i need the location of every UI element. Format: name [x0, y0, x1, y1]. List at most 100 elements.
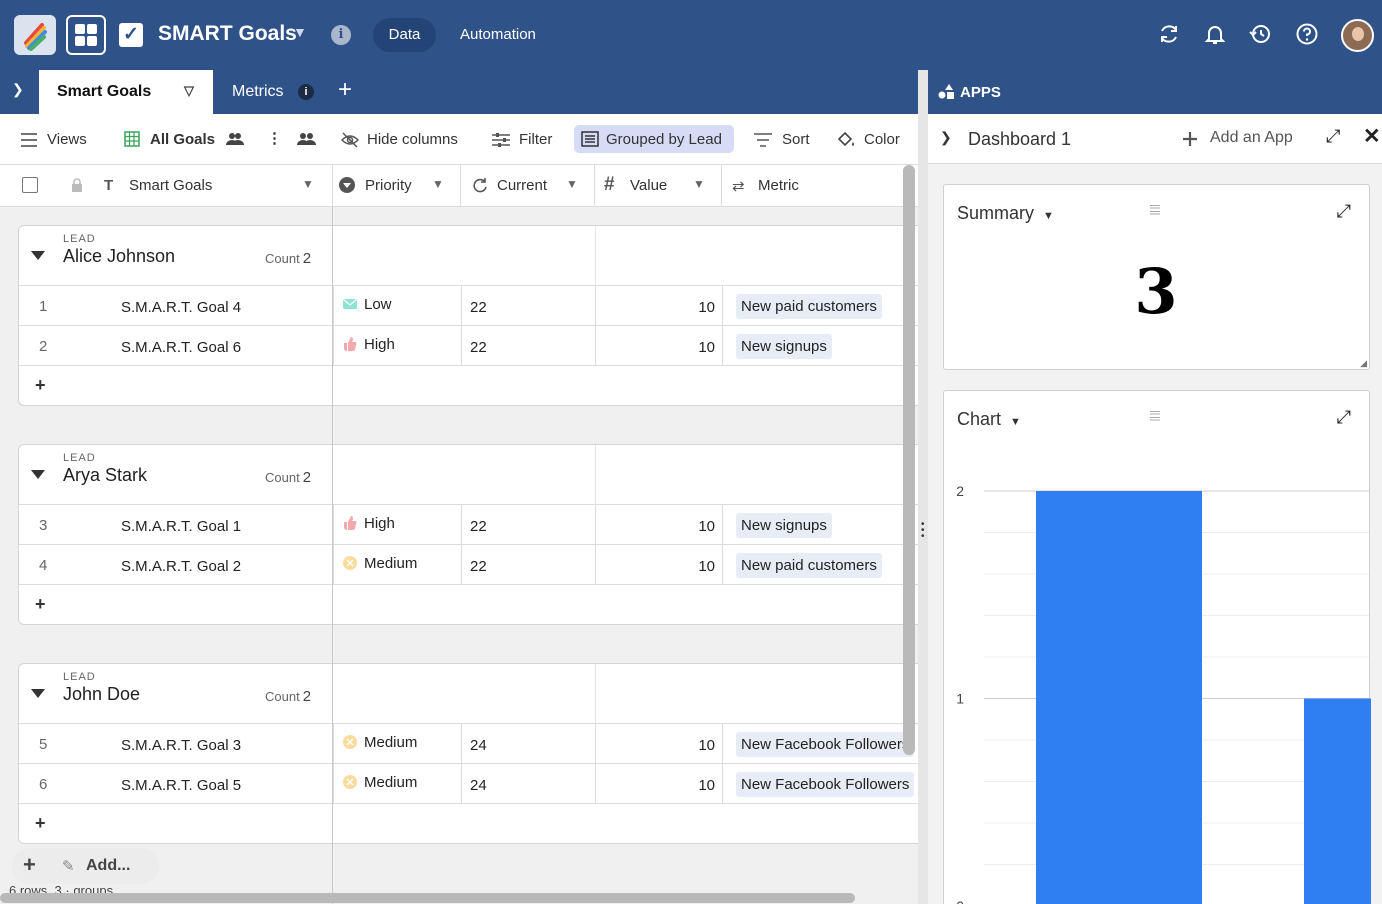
table-row[interactable]: 3 S.M.A.R.T. Goal 1 High 22 10 New signu… [19, 505, 918, 545]
card-title[interactable]: Summary ▼ [957, 203, 1054, 224]
filter-button[interactable]: Filter [519, 131, 552, 148]
bell-icon[interactable] [1203, 22, 1227, 46]
goal-name[interactable]: S.M.A.R.T. Goal 5 [121, 777, 241, 794]
current-value[interactable]: 24 [470, 777, 487, 794]
column-header-smart-goals[interactable]: T Smart Goals ▼ [0, 165, 333, 207]
column-header-metric[interactable]: ⇄ Metric [722, 165, 918, 207]
current-value[interactable]: 24 [470, 737, 487, 754]
goal-name[interactable]: S.M.A.R.T. Goal 6 [121, 339, 241, 356]
views-button[interactable]: Views [47, 131, 87, 148]
add-row-button[interactable]: + [19, 585, 918, 625]
priority-value[interactable]: High [364, 336, 395, 353]
column-menu-icon[interactable]: ▼ [432, 177, 444, 191]
value-cell[interactable]: 10 [679, 777, 715, 794]
group-header[interactable]: LEAD Alice Johnson Count 2 [19, 226, 918, 286]
column-header-priority[interactable]: Priority ▼ [333, 165, 461, 207]
goal-name[interactable]: S.M.A.R.T. Goal 1 [121, 518, 241, 535]
avatar[interactable] [1341, 19, 1374, 52]
select-all-checkbox[interactable] [22, 177, 38, 193]
horizontal-scrollbar[interactable] [0, 893, 855, 903]
value-cell[interactable]: 10 [679, 558, 715, 575]
add-row-button[interactable]: + [19, 366, 918, 406]
app-grid-icon[interactable] [66, 15, 106, 55]
collapse-triangle-icon[interactable] [31, 470, 45, 479]
drag-handle-icon[interactable]: ═ ═ [1150, 199, 1160, 219]
add-row-button[interactable]: + [19, 804, 918, 844]
metric-link[interactable]: New Facebook Followers [736, 772, 915, 797]
tab-metrics[interactable]: Metrics [232, 83, 284, 101]
history-icon[interactable] [1248, 22, 1272, 46]
goal-name[interactable]: S.M.A.R.T. Goal 3 [121, 737, 241, 754]
collapse-triangle-icon[interactable] [31, 689, 45, 698]
group-header[interactable]: LEAD Arya Stark Count 2 [19, 445, 918, 505]
more-options-icon[interactable]: ⋮ [267, 129, 282, 147]
column-header-value[interactable]: # Value ▼ [595, 165, 722, 207]
tab-smart-goals[interactable]: Smart Goals ▽ [39, 70, 213, 114]
current-value[interactable]: 22 [470, 339, 487, 356]
chevron-down-icon[interactable]: ▼ [293, 24, 307, 40]
metric-link[interactable]: New paid customers [736, 294, 882, 319]
metric-link[interactable]: New signups [736, 513, 832, 538]
table-row[interactable]: 5 S.M.A.R.T. Goal 3 Medium 24 10 New Fac… [19, 724, 918, 764]
priority-value[interactable]: Medium [364, 555, 417, 572]
info-icon[interactable]: i [298, 84, 314, 100]
app-logo-icon[interactable] [14, 15, 56, 55]
table-row[interactable]: 4 S.M.A.R.T. Goal 2 Medium 22 10 New pai… [19, 545, 918, 585]
value-cell[interactable]: 10 [679, 737, 715, 754]
metric-link[interactable]: New signups [736, 334, 832, 359]
current-value[interactable]: 22 [470, 299, 487, 316]
resize-handle-icon[interactable]: ◢ [1360, 358, 1367, 369]
column-menu-icon[interactable]: ▼ [302, 177, 314, 191]
menu-icon[interactable] [21, 133, 37, 147]
goal-name[interactable]: S.M.A.R.T. Goal 4 [121, 299, 241, 316]
table-row[interactable]: 6 S.M.A.R.T. Goal 5 Medium 24 10 New Fac… [19, 764, 918, 804]
metric-link[interactable]: New Facebook Followers [736, 732, 915, 757]
panel-splitter[interactable]: • • • [918, 70, 928, 904]
chevron-down-icon[interactable]: ❯ [940, 129, 952, 146]
grouped-by-button[interactable]: Grouped by Lead [574, 125, 734, 153]
metric-link[interactable]: New paid customers [736, 553, 882, 578]
base-title[interactable]: SMART Goals [158, 22, 297, 46]
envelope-icon [342, 298, 358, 309]
table-row[interactable]: 1 S.M.A.R.T. Goal 4 Low 22 10 New paid c… [19, 286, 918, 326]
sort-button[interactable]: Sort [782, 131, 810, 148]
value-cell[interactable]: 10 [679, 299, 715, 316]
view-name[interactable]: All Goals [150, 131, 215, 148]
collapse-chevron-icon[interactable]: ❯ [12, 81, 24, 98]
column-menu-icon[interactable]: ▼ [566, 177, 578, 191]
table-row[interactable]: 2 S.M.A.R.T. Goal 6 High 22 10 New signu… [19, 326, 918, 366]
collapse-triangle-icon[interactable] [31, 251, 45, 260]
tab-data[interactable]: Data [373, 18, 436, 52]
close-icon[interactable]: ✕ [1363, 124, 1381, 149]
dashboard-title[interactable]: Dashboard 1 [968, 129, 1071, 150]
frozen-column-divider[interactable] [332, 207, 333, 904]
priority-value[interactable]: Medium [364, 774, 417, 791]
hide-columns-button[interactable]: Hide columns [367, 131, 458, 148]
value-cell[interactable]: 10 [679, 339, 715, 356]
vertical-scrollbar[interactable] [903, 165, 915, 755]
expand-icon[interactable]: ⤢ [1326, 126, 1340, 147]
column-menu-icon[interactable]: ▼ [693, 177, 705, 191]
priority-value[interactable]: Low [364, 296, 392, 313]
chevron-down-icon[interactable]: ▽ [184, 83, 194, 99]
grid-body: LEAD Alice Johnson Count 2 1 S.M.A.R.T. G… [0, 207, 918, 904]
current-value[interactable]: 22 [470, 558, 487, 575]
current-value[interactable]: 22 [470, 518, 487, 535]
add-app-button[interactable]: Add an App [1210, 129, 1293, 147]
value-cell[interactable]: 10 [679, 518, 715, 535]
column-header-current[interactable]: Current ▼ [461, 165, 595, 207]
help-icon[interactable] [1295, 22, 1319, 46]
color-button[interactable]: Color [864, 131, 900, 148]
sync-icon[interactable] [1157, 22, 1181, 46]
add-table-button[interactable]: + [338, 76, 352, 104]
goal-name[interactable]: S.M.A.R.T. Goal 2 [121, 558, 241, 575]
add-record-button[interactable]: + ✎ Add... [12, 848, 159, 884]
info-icon[interactable]: i [331, 25, 351, 45]
tab-automation[interactable]: Automation [460, 26, 536, 43]
drag-handle-icon[interactable]: • • • [921, 520, 925, 542]
group-header[interactable]: LEAD John Doe Count 2 [19, 664, 918, 724]
expand-icon[interactable]: ⤢ [1337, 201, 1351, 222]
priority-value[interactable]: High [364, 515, 395, 532]
priority-value[interactable]: Medium [364, 734, 417, 751]
collaborators-icon[interactable] [296, 132, 316, 146]
